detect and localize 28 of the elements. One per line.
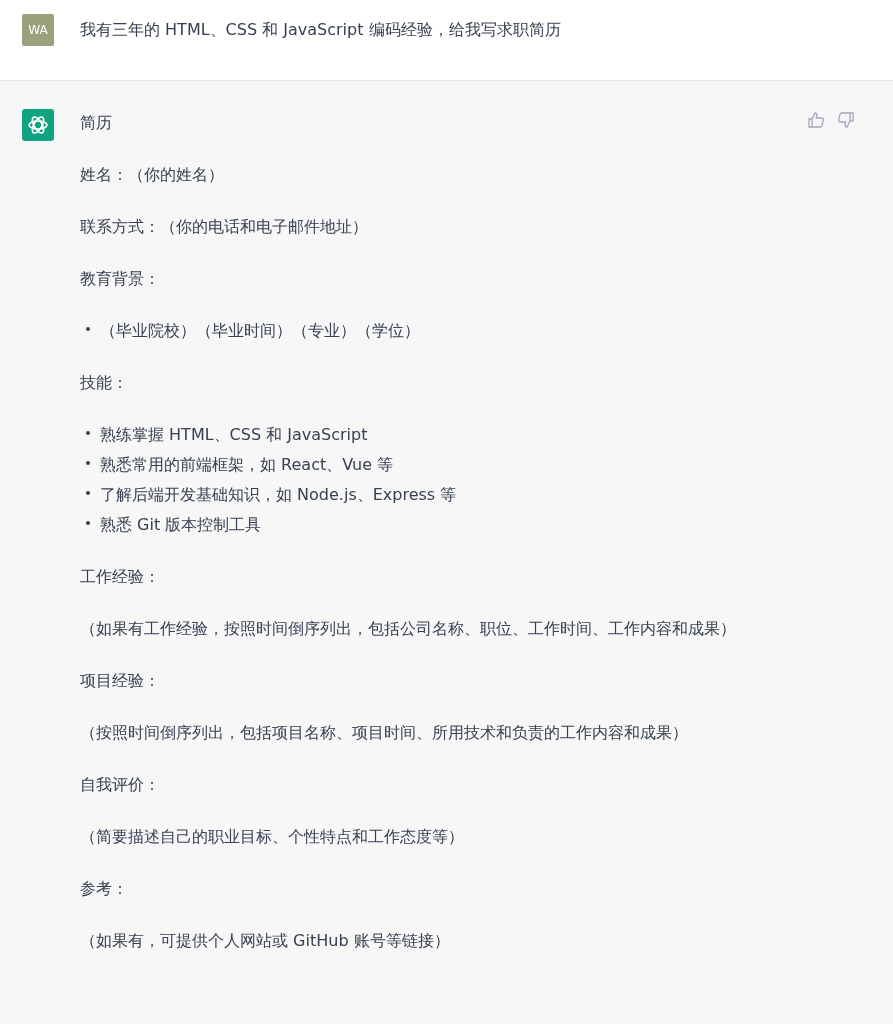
response-paragraph: （如果有，可提供个人网站或 GitHub 账号等链接） xyxy=(80,930,451,952)
response-paragraph: （如果有工作经验，按照时间倒序列出，包括公司名称、职位、工作时间、工作内容和成果） xyxy=(80,618,737,640)
response-paragraph: 工作经验： xyxy=(80,566,161,588)
bullet-icon xyxy=(86,521,90,525)
thumbs-down-button[interactable] xyxy=(837,111,855,129)
user-message: 我有三年的 HTML、CSS 和 JavaScript 编码经验，给我写求职简历 xyxy=(80,19,561,41)
response-paragraph: 姓名：（你的姓名） xyxy=(80,164,225,186)
bullet-icon xyxy=(86,491,90,495)
response-paragraph: 项目经验： xyxy=(80,670,161,692)
response-paragraph: （简要描述自己的职业目标、个性特点和工作态度等） xyxy=(80,826,465,848)
assistant-logo-icon xyxy=(22,109,54,141)
response-paragraph: 简历 xyxy=(80,112,113,134)
list-item-text: 熟悉 Git 版本控制工具 xyxy=(100,514,262,536)
bullet-icon xyxy=(86,327,90,331)
list-item-text: 了解后端开发基础知识，如 Node.js、Express 等 xyxy=(100,484,457,506)
response-paragraph: （按照时间倒序列出，包括项目名称、项目时间、所用技术和负责的工作内容和成果） xyxy=(80,722,689,744)
response-paragraph: 参考： xyxy=(80,878,129,900)
response-paragraph: 技能： xyxy=(80,372,129,394)
bullet-icon xyxy=(86,431,90,435)
list-item-text: （毕业院校）（毕业时间）（专业）（学位） xyxy=(100,320,420,342)
thumbs-up-button[interactable] xyxy=(807,111,825,129)
list-item-text: 熟练掌握 HTML、CSS 和 JavaScript xyxy=(100,424,368,446)
response-paragraph: 联系方式：（你的电话和电子邮件地址） xyxy=(80,216,369,238)
response-paragraph: 自我评价： xyxy=(80,774,161,796)
response-paragraph: 教育背景： xyxy=(80,268,161,290)
list-item-text: 熟悉常用的前端框架，如 React、Vue 等 xyxy=(100,454,394,476)
bullet-icon xyxy=(86,461,90,465)
user-avatar: WA xyxy=(22,14,54,46)
